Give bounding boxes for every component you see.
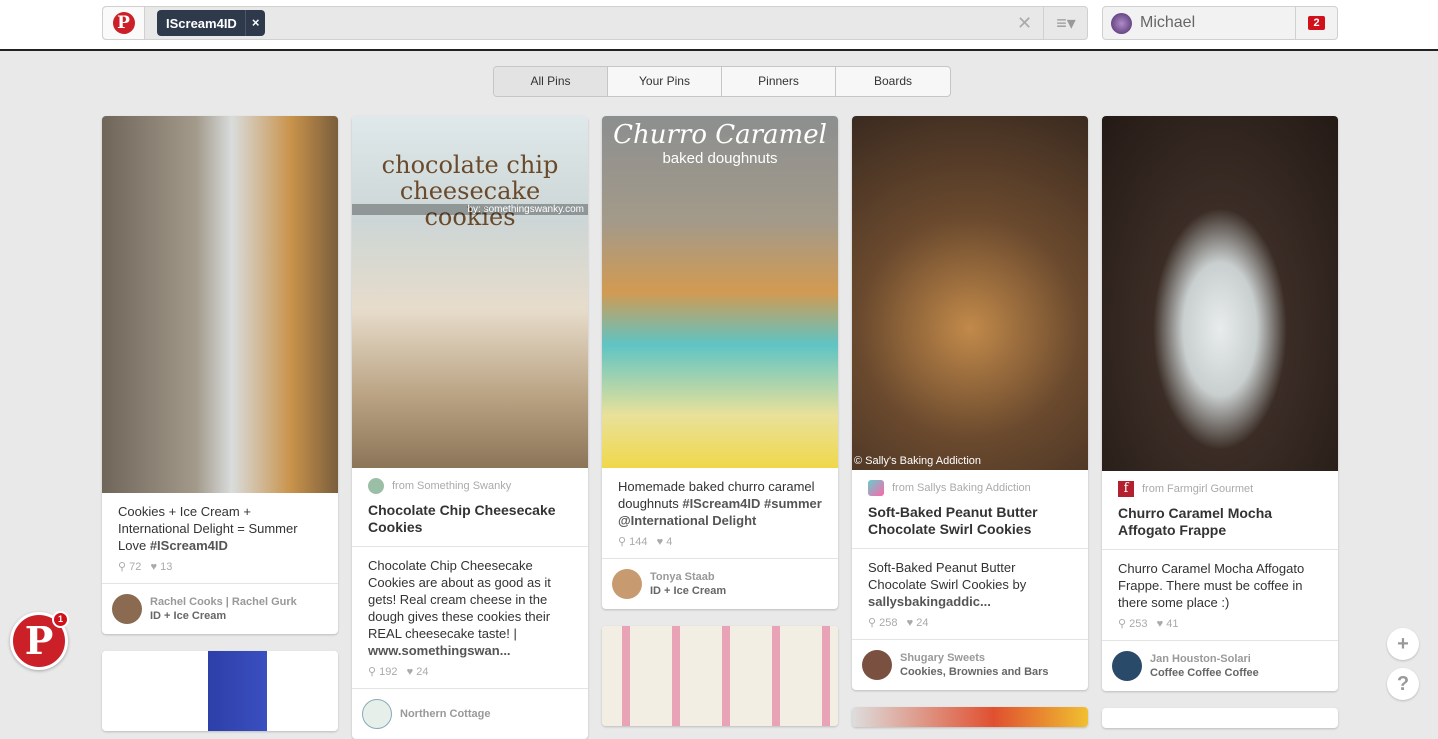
- pin-card[interactable]: [1102, 708, 1338, 728]
- source-icon: [868, 480, 884, 496]
- repin-icon: ⚲: [118, 561, 127, 573]
- pinner-credit[interactable]: Tonya Staab ID + Ice Cream: [602, 559, 838, 609]
- notification-count: 2: [1308, 16, 1325, 30]
- pin-image[interactable]: [852, 707, 1088, 727]
- pin-image[interactable]: [602, 626, 838, 726]
- pin-card[interactable]: f from Farmgirl Gourmet Churro Caramel Moc…: [1102, 116, 1338, 691]
- search-token: IScream4ID ×: [157, 10, 266, 36]
- help-button[interactable]: ?: [1387, 668, 1419, 700]
- pin-image[interactable]: [102, 116, 338, 493]
- remove-token-icon[interactable]: ×: [244, 10, 266, 36]
- badge-count: 1: [52, 611, 69, 628]
- user-name: Michael: [1140, 14, 1196, 31]
- pinner-avatar: [862, 650, 892, 680]
- repin-icon: ⚲: [368, 666, 377, 678]
- pin-card[interactable]: Cookies + Ice Cream + International Deli…: [102, 116, 338, 634]
- tab-pinners[interactable]: Pinners: [722, 67, 836, 96]
- pin-image[interactable]: [102, 651, 338, 731]
- search-bar[interactable]: P IScream4ID × ✕ ≡▾: [102, 6, 1088, 40]
- pin-image[interactable]: Churro Caramel baked doughnuts: [602, 116, 838, 468]
- pinner-avatar: [362, 699, 392, 729]
- menu-icon[interactable]: ≡▾: [1043, 7, 1088, 39]
- pin-card[interactable]: [852, 707, 1088, 727]
- repin-icon: ⚲: [1118, 618, 1127, 630]
- pinner-credit[interactable]: Shugary Sweets Cookies, Brownies and Bars: [852, 640, 1088, 690]
- source-icon: f: [1118, 481, 1134, 497]
- source-icon: [368, 478, 384, 494]
- notifications-button[interactable]: 2: [1295, 7, 1337, 39]
- like-icon: ♥: [656, 536, 664, 548]
- pinner-avatar: [612, 569, 642, 599]
- pin-image[interactable]: [1102, 116, 1338, 471]
- pin-card[interactable]: Churro Caramel baked doughnuts Homemade …: [602, 116, 838, 609]
- pinner-credit[interactable]: Jan Houston-Solari Coffee Coffee Coffee: [1102, 641, 1338, 691]
- pinterest-button[interactable]: P1: [10, 611, 69, 670]
- pinterest-logo-button[interactable]: P: [103, 7, 145, 39]
- filter-tabs: All Pins Your Pins Pinners Boards: [493, 66, 951, 97]
- pin-image[interactable]: © Sally's Baking Addiction: [852, 116, 1088, 470]
- add-pin-button[interactable]: +: [1387, 628, 1419, 660]
- tab-your-pins[interactable]: Your Pins: [608, 67, 722, 96]
- clear-search-icon[interactable]: ✕: [1017, 13, 1032, 34]
- avatar: [1111, 13, 1132, 34]
- pin-card[interactable]: © Sally's Baking Addiction from Sallys B…: [852, 116, 1088, 690]
- pin-card[interactable]: [102, 651, 338, 731]
- pin-card[interactable]: [602, 626, 838, 726]
- like-icon: ♥: [150, 561, 158, 573]
- pinner-credit[interactable]: Rachel Cooks | Rachel Gurk ID + Ice Cream: [102, 584, 338, 634]
- like-icon: ♥: [906, 617, 914, 629]
- repin-icon: ⚲: [618, 536, 627, 548]
- pinterest-logo-icon: P: [112, 12, 135, 34]
- pin-image[interactable]: chocolate chip cheesecake cookies by: so…: [352, 116, 588, 468]
- pinner-credit[interactable]: Northern Cottage: [352, 689, 588, 739]
- pinner-avatar: [1112, 651, 1142, 681]
- user-menu[interactable]: Michael 2: [1102, 6, 1338, 40]
- pin-card[interactable]: chocolate chip cheesecake cookies by: so…: [352, 116, 588, 739]
- like-icon: ♥: [406, 666, 414, 678]
- like-icon: ♥: [1156, 618, 1164, 630]
- tab-all-pins[interactable]: All Pins: [494, 67, 608, 96]
- tab-boards[interactable]: Boards: [836, 67, 950, 96]
- repin-icon: ⚲: [868, 617, 877, 629]
- top-bar: P IScream4ID × ✕ ≡▾ Michael 2: [0, 0, 1438, 51]
- pinner-avatar: [112, 594, 142, 624]
